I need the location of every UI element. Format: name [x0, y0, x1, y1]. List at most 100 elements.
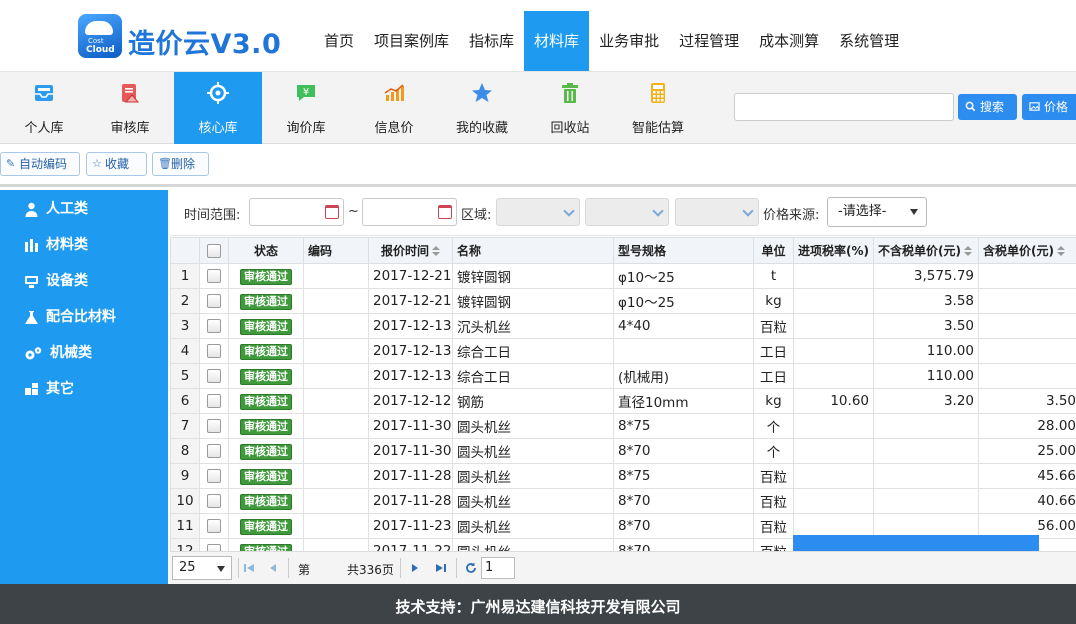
region-city-select[interactable] — [585, 198, 669, 226]
price-incl-cell: 28.00 — [978, 413, 1076, 439]
first-page-icon[interactable] — [242, 561, 256, 575]
tool-smart-estimate[interactable]: 智能估算 — [614, 72, 702, 144]
col-code[interactable]: 编码 — [303, 237, 369, 264]
horizontal-scrollbar[interactable] — [793, 535, 1039, 551]
nav-project-cases[interactable]: 项目案例库 — [364, 11, 459, 71]
refresh-icon[interactable] — [464, 561, 478, 575]
sort-icon[interactable] — [432, 246, 440, 257]
row-checkbox-box[interactable] — [207, 294, 221, 308]
table-row[interactable]: 5 审核通过 2017-12-13 综合工日 (机械用) 工日 110.00 — [170, 363, 1076, 389]
table-row[interactable]: 1 审核通过 2017-12-21 镀锌圆钢 φ10～25 t 3,575.79 — [170, 263, 1076, 289]
region-district-select[interactable] — [675, 198, 759, 226]
price-incl-cell — [978, 363, 1076, 389]
tool-inquiry-library[interactable]: ¥ 询价库 — [262, 72, 350, 144]
row-checkbox[interactable] — [199, 513, 229, 539]
sort-icon[interactable] — [1056, 246, 1065, 257]
price-button[interactable]: 价格 — [1022, 94, 1076, 120]
tool-audit-library[interactable]: 审核库 — [86, 72, 174, 144]
row-checkbox[interactable] — [199, 413, 229, 439]
tool-personal-library[interactable]: 个人库 — [0, 72, 88, 144]
nav-home[interactable]: 首页 — [314, 11, 364, 71]
row-checkbox[interactable] — [199, 363, 229, 389]
col-spec[interactable]: 型号规格 — [613, 237, 754, 264]
table-row[interactable]: 8 审核通过 2017-11-30 圆头机丝 8*70 个 25.00 — [170, 438, 1076, 464]
last-page-icon[interactable] — [434, 561, 448, 575]
table-row[interactable]: 3 审核通过 2017-12-13 沉头机丝 4*40 百粒 3.50 — [170, 313, 1076, 339]
row-checkbox[interactable] — [199, 538, 229, 551]
table-row[interactable]: 6 审核通过 2017-12-12 钢筋 直径10mm kg 10.60 3.20 3.50 — [170, 388, 1076, 414]
col-price-incl-tax[interactable]: 含税单价(元) — [978, 237, 1076, 264]
row-checkbox-box[interactable] — [207, 319, 221, 333]
picture-icon — [1029, 102, 1040, 111]
status-cell: 审核通过 — [228, 363, 304, 389]
sidebar-item-materials[interactable]: 材料类 — [24, 234, 88, 256]
cloud-logo-icon[interactable]: Cost Cloud — [78, 14, 122, 58]
nav-indicators[interactable]: 指标库 — [459, 11, 524, 71]
favorite-button[interactable]: ☆ 收藏 — [86, 152, 147, 176]
prev-page-icon[interactable] — [266, 561, 280, 575]
row-checkbox-box[interactable] — [207, 394, 221, 408]
row-checkbox-box[interactable] — [207, 519, 221, 533]
sidebar-item-machinery[interactable]: 机械类 — [24, 342, 92, 364]
col-tax-rate[interactable]: 进项税率(%) — [793, 237, 874, 264]
row-checkbox[interactable] — [199, 338, 229, 364]
status-cell: 审核通过 — [228, 538, 304, 551]
page-number-input[interactable]: 1 — [481, 557, 515, 579]
row-checkbox-box[interactable] — [207, 369, 221, 383]
region-province-select[interactable] — [496, 198, 580, 226]
row-checkbox[interactable] — [199, 313, 229, 339]
tool-my-favorites[interactable]: 我的收藏 — [438, 72, 526, 144]
status-cell: 审核通过 — [228, 288, 304, 314]
next-page-icon[interactable] — [408, 561, 422, 575]
row-checkbox[interactable] — [199, 288, 229, 314]
nav-cost-calc[interactable]: 成本测算 — [749, 11, 829, 71]
table-row[interactable]: 4 审核通过 2017-12-13 综合工日 工日 110.00 — [170, 338, 1076, 364]
search-input[interactable] — [734, 93, 954, 121]
col-name[interactable]: 名称 — [452, 237, 614, 264]
table-row[interactable]: 10 审核通过 2017-11-28 圆头机丝 8*70 百粒 40.66 — [170, 488, 1076, 514]
nav-approval[interactable]: 业务审批 — [589, 11, 669, 71]
sidebar-item-equipment[interactable]: 设备类 — [24, 270, 88, 292]
price-source-select[interactable]: -请选择- — [827, 197, 927, 227]
col-price-excl-tax[interactable]: 不含税单价(元) — [873, 237, 979, 264]
tool-info-price[interactable]: 信息价 — [350, 72, 438, 144]
delete-button[interactable]: 🗑 删除 — [152, 152, 209, 176]
nav-materials[interactable]: 材料库 — [524, 11, 590, 71]
tool-core-library[interactable]: 核心库 — [174, 72, 262, 144]
row-checkbox[interactable] — [199, 388, 229, 414]
end-date-input[interactable] — [362, 198, 457, 226]
region-label: 区域: — [461, 208, 492, 223]
table-row[interactable]: 2 审核通过 2017-12-21 镀锌圆钢 φ10～25 kg 3.58 — [170, 288, 1076, 314]
row-checkbox-box[interactable] — [207, 469, 221, 483]
auto-code-button[interactable]: ✎ 自动编码 — [0, 152, 80, 176]
sidebar-item-labor[interactable]: 人工类 — [24, 198, 88, 220]
search-button[interactable]: 搜索 — [958, 94, 1017, 120]
sort-icon[interactable] — [963, 246, 972, 257]
row-checkbox-box[interactable] — [207, 344, 221, 358]
price-incl-cell: 40.66 — [978, 488, 1076, 514]
sidebar-item-other[interactable]: 其它 — [24, 378, 74, 400]
quote-time-cell: 2017-11-30 — [368, 413, 453, 439]
row-checkbox-box[interactable] — [207, 444, 221, 458]
row-checkbox-box[interactable] — [207, 419, 221, 433]
nav-system[interactable]: 系统管理 — [829, 11, 909, 71]
row-checkbox[interactable] — [199, 463, 229, 489]
row-checkbox-box[interactable] — [207, 269, 221, 283]
sidebar-item-mix-materials[interactable]: 配合比材料 — [24, 306, 116, 328]
col-quote-time[interactable]: 报价时间 — [368, 237, 453, 264]
row-number: 9 — [170, 463, 200, 489]
row-checkbox[interactable] — [199, 438, 229, 464]
select-all-checkbox[interactable] — [199, 237, 229, 264]
nav-process[interactable]: 过程管理 — [669, 11, 749, 71]
row-checkbox-box[interactable] — [207, 494, 221, 508]
table-row[interactable]: 9 审核通过 2017-11-28 圆头机丝 8*75 百粒 45.66 — [170, 463, 1076, 489]
col-unit[interactable]: 单位 — [753, 237, 794, 264]
row-checkbox-box[interactable] — [207, 544, 221, 551]
table-row[interactable]: 7 审核通过 2017-11-30 圆头机丝 8*75 个 28.00 — [170, 413, 1076, 439]
tool-recycle-bin[interactable]: 回收站 — [526, 72, 614, 144]
start-date-input[interactable] — [249, 198, 344, 226]
row-checkbox[interactable] — [199, 263, 229, 289]
row-checkbox[interactable] — [199, 488, 229, 514]
page-size-select[interactable]: 25 — [172, 556, 232, 580]
col-status[interactable]: 状态 — [228, 237, 304, 264]
